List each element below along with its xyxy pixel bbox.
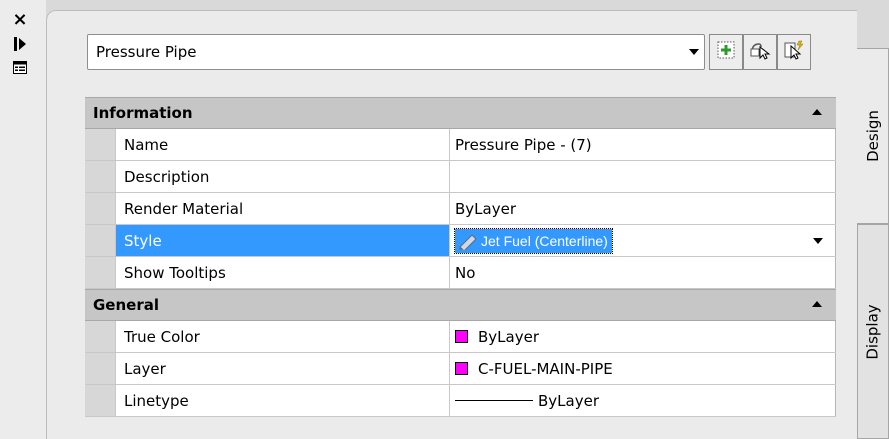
property-label[interactable]: Style	[116, 225, 450, 256]
quick-select-button[interactable]	[777, 34, 811, 70]
color-swatch	[455, 362, 468, 375]
chevron-down-icon[interactable]	[684, 35, 704, 69]
object-type-select[interactable]: Pressure Pipe	[87, 34, 705, 70]
property-label[interactable]: Description	[116, 161, 450, 192]
tab-design[interactable]: Design	[857, 48, 889, 224]
property-value[interactable]: ByLayer	[450, 321, 836, 352]
toggle-pickadd-icon	[716, 40, 736, 64]
property-row-true-color: True Color ByLayer	[85, 321, 836, 353]
select-objects-button[interactable]	[743, 34, 777, 70]
tab-display[interactable]: Display	[857, 224, 889, 439]
tab-label: Design	[863, 110, 882, 162]
property-row-layer: Layer C-FUEL-MAIN-PIPE	[85, 353, 836, 385]
property-row-render-material: Render Material ByLayer	[85, 193, 836, 225]
property-value[interactable]: ByLayer	[450, 193, 836, 224]
property-label[interactable]: Layer	[116, 353, 450, 384]
autohide-icon[interactable]	[12, 36, 28, 52]
style-dropdown[interactable]: Jet Fuel (Centerline)	[450, 225, 836, 256]
object-type-select-value: Pressure Pipe	[96, 43, 197, 61]
property-value-text: C-FUEL-MAIN-PIPE	[478, 359, 613, 378]
property-row-description: Description	[85, 161, 836, 193]
tab-label: Display	[864, 303, 883, 360]
property-row-style: Style Jet Fuel (Centerline)	[85, 225, 836, 257]
collapse-up-icon[interactable]	[812, 301, 822, 307]
quick-select-icon	[783, 40, 805, 64]
property-value[interactable]: Pressure Pipe - (7)	[450, 129, 836, 160]
properties-icon[interactable]	[12, 59, 28, 75]
chevron-down-icon[interactable]	[813, 237, 823, 244]
property-value[interactable]: C-FUEL-MAIN-PIPE	[450, 353, 836, 384]
property-row-name: Name Pressure Pipe - (7)	[85, 129, 836, 161]
toggle-pickadd-button[interactable]	[709, 34, 743, 70]
select-objects-icon	[749, 40, 771, 64]
property-value[interactable]: ByLayer	[450, 385, 836, 416]
style-value: Jet Fuel (Centerline)	[481, 232, 608, 249]
color-swatch	[455, 330, 468, 343]
property-label[interactable]: True Color	[116, 321, 450, 352]
property-value[interactable]: No	[450, 257, 836, 288]
linetype-preview	[455, 400, 533, 401]
close-icon[interactable]: ×	[12, 11, 28, 29]
property-value-text: ByLayer	[538, 391, 599, 410]
property-label[interactable]: Linetype	[116, 385, 450, 416]
property-label[interactable]: Show Tooltips	[116, 257, 450, 288]
property-grid: Information Name Pressure Pipe - (7) Des…	[85, 97, 836, 417]
property-value-text: ByLayer	[478, 327, 539, 346]
section-title: Information	[93, 104, 193, 122]
property-label[interactable]: Render Material	[116, 193, 450, 224]
palette-title-bar: ×	[0, 0, 46, 439]
collapse-up-icon[interactable]	[812, 109, 822, 115]
property-value[interactable]	[450, 161, 836, 192]
section-title: General	[93, 296, 159, 314]
section-general[interactable]: General	[85, 289, 836, 321]
property-label[interactable]: Name	[116, 129, 450, 160]
style-value-chip[interactable]: Jet Fuel (Centerline)	[454, 227, 613, 254]
property-row-linetype: Linetype ByLayer	[85, 385, 836, 417]
pencil-icon	[459, 233, 477, 250]
property-row-show-tooltips: Show Tooltips No	[85, 257, 836, 289]
section-information[interactable]: Information	[85, 97, 836, 129]
